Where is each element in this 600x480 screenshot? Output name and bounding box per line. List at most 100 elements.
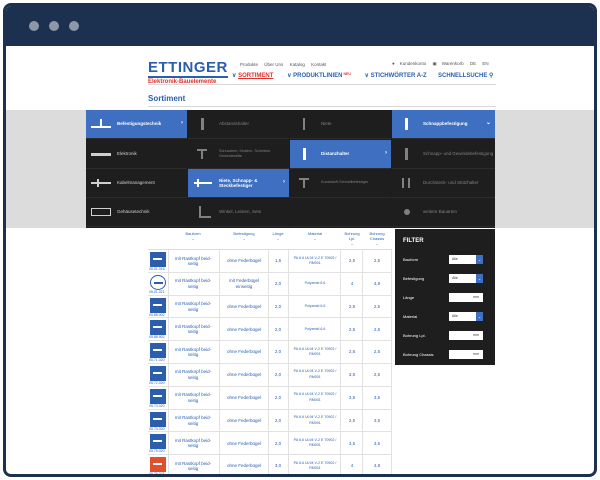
- cell-bohrung-chassis: 3,5: [373, 417, 381, 423]
- cell-bohrung-lpl: 2,5: [348, 417, 356, 423]
- column-divider: [391, 272, 392, 295]
- top-link-ueber-uns[interactable]: Über Uns: [264, 62, 283, 67]
- cell-material: PA 6.6 UL94 V-2 E 70902 / RM001: [293, 437, 337, 448]
- menu-niete[interactable]: Niete: [290, 110, 391, 139]
- cell-befestigung: ohne Federbügel: [226, 303, 262, 309]
- col-bohrung-chassis[interactable]: Bohrung Chassis ⌄: [364, 231, 390, 246]
- menu-weitere-bauarten[interactable]: weitere Bauarten: [392, 198, 495, 227]
- nav-stichwoerter[interactable]: ∨ STICHWÖRTER A-Z: [365, 73, 427, 79]
- menu-schnapp-gewinde[interactable]: Schnapp- und Gewindebefestigung: [392, 140, 495, 169]
- cell-bauform: mit Rastkopf beid-seitig: [174, 415, 212, 426]
- table-row[interactable]: 05.88.002 mit Rastkopf beid-seitig ohne Fe…: [148, 295, 392, 319]
- top-link-produkte[interactable]: Produkte: [240, 62, 258, 67]
- column-divider: [268, 341, 269, 364]
- table-row[interactable]: 05.01.016 mit Rastkopf beid-seitig ohne Fe…: [148, 250, 392, 273]
- search-icon: ⚲: [489, 73, 494, 79]
- table-row[interactable]: 05.73.020 mit Rastkopf beid-seitig ohne Fe…: [148, 386, 392, 410]
- bauform-select[interactable]: Alle ⌄: [449, 255, 483, 264]
- connector-icon: [89, 147, 113, 161]
- product-thumbnail[interactable]: [150, 274, 166, 290]
- column-divider: [268, 386, 269, 409]
- cell-bohrung-chassis: 3,5: [373, 395, 381, 401]
- menu-schnappbefestigung[interactable]: Schnappbefestigung ⌄: [392, 110, 495, 139]
- column-divider: [340, 295, 341, 318]
- col-bohrung-lpl[interactable]: Bohrung Lpl. ⌄: [342, 231, 362, 246]
- menu-gehaeusetechnik[interactable]: Gehäusetechnik: [86, 198, 187, 227]
- window-close-dot[interactable]: [29, 21, 39, 31]
- product-code: 05.74.020: [149, 426, 165, 431]
- menu-abstandshalter[interactable]: Abstandshalter: [188, 110, 289, 139]
- column-divider: [391, 386, 392, 409]
- material-select[interactable]: Alle ⌄: [449, 312, 483, 321]
- lang-en[interactable]: EN: [482, 61, 488, 66]
- nav-produktlinien-label: PRODUKTLINIEN: [293, 73, 343, 79]
- bohrung-lpl-input[interactable]: mm: [449, 331, 483, 340]
- product-code: 05.01.021: [149, 289, 165, 294]
- table-row[interactable]: 05.75.020 mit Rastkopf beid-seitig ohne Fe…: [148, 432, 392, 456]
- product-thumbnail[interactable]: [150, 343, 166, 359]
- menu-durchsteck[interactable]: Durchsteck- und Stützhalter: [392, 169, 495, 198]
- col-bauform[interactable]: Bauform ⌄: [170, 231, 216, 241]
- angle-icon: [191, 205, 215, 219]
- filter-title: FILTER: [403, 238, 424, 244]
- cell-material: PA 6.6 UL94 V-2 E 70902 / RM001: [293, 460, 337, 471]
- table-row[interactable]: 05.71.020 mit Rastkopf beid-seitig ohne Fe…: [148, 341, 392, 364]
- menu-label: Distanzhalter: [321, 151, 350, 157]
- menu-schrauben[interactable]: Schrauben, Muttern, Scheiben, Gewindesti…: [188, 140, 289, 169]
- bohrung-chassis-input[interactable]: mm: [449, 350, 483, 359]
- col-befestigung[interactable]: Befestigung ⌄: [221, 231, 267, 241]
- product-thumbnail[interactable]: [150, 434, 166, 450]
- column-divider: [288, 250, 289, 272]
- quick-search[interactable]: SCHNELLSUCHE ⚲: [438, 72, 493, 79]
- chevron-down-icon: ⌄: [485, 120, 491, 127]
- site-logo[interactable]: ETTINGER Elektronik-Bauelemente: [148, 60, 228, 87]
- cart-link[interactable]: Warenkorb: [442, 61, 464, 66]
- column-divider: [340, 341, 341, 364]
- table-row[interactable]: 05.72.020 mit Rastkopf beid-seitig ohne Fe…: [148, 363, 392, 387]
- filter-label: Länge: [403, 295, 415, 300]
- cell-befestigung: ohne Federbügel: [226, 372, 262, 378]
- account-link[interactable]: Kundenkonto: [400, 61, 427, 66]
- product-thumbnail[interactable]: [150, 297, 166, 313]
- window-maximize-dot[interactable]: [69, 21, 79, 31]
- col-material[interactable]: Material ⌄: [290, 231, 340, 241]
- cell-bohrung-lpl: 2,5: [348, 258, 356, 264]
- cell-bauform: mit Rastkopf beid-seitig: [174, 369, 212, 380]
- column-divider: [362, 295, 363, 318]
- cell-laenge: 3,0: [274, 463, 282, 469]
- menu-winkel[interactable]: Winkel, Leisten, Sets: [188, 198, 289, 227]
- threaded-snap-icon: [395, 147, 419, 161]
- product-thumbnail[interactable]: [150, 457, 166, 473]
- top-link-kontakt[interactable]: Kontakt: [311, 62, 326, 67]
- product-thumbnail[interactable]: [150, 365, 166, 381]
- menu-kabelmanagement[interactable]: Kabelmanagement: [86, 169, 187, 198]
- column-divider: [362, 341, 363, 364]
- menu-kunststoff-schnellbefestiger[interactable]: Kunststoff-Schnellbefestiger: [290, 169, 391, 198]
- menu-niete-schnapp[interactable]: Niete, Schnapp- & Steckbefestiger ›: [188, 169, 289, 198]
- menu-elektronik[interactable]: Elektronik: [86, 140, 187, 169]
- table-row[interactable]: 05.01.021 mit Rastkopf beid-seitig mit Fed…: [148, 272, 392, 296]
- product-thumbnail[interactable]: [150, 252, 166, 267]
- lang-de[interactable]: DE: [470, 61, 476, 66]
- window-minimize-dot[interactable]: [49, 21, 59, 31]
- table-row[interactable]: 05.88.902 mit Rastkopf beid-seitig ohne Fe…: [148, 318, 392, 342]
- nav-sortiment[interactable]: ∨ SORTIMENT: [232, 73, 273, 79]
- table-row[interactable]: 05.76.021 mit Rastkopf beid-seitig ohne Fe…: [148, 455, 392, 474]
- col-laenge[interactable]: Länge ⌄: [270, 231, 286, 241]
- column-divider: [391, 295, 392, 318]
- menu-distanzhalter[interactable]: Distanzhalter ›: [290, 140, 391, 169]
- table-row[interactable]: 05.74.020 mit Rastkopf beid-seitig ohne Fe…: [148, 409, 392, 433]
- menu-befestigungstechnik[interactable]: Befestigungstechnik ›: [86, 110, 187, 139]
- product-code: 05.88.002: [149, 312, 165, 317]
- new-badge: NEU: [343, 72, 351, 76]
- top-link-katalog[interactable]: Katalog: [290, 62, 305, 67]
- product-thumbnail[interactable]: [150, 411, 166, 427]
- cell-material: PA 6.6 UL94 V-2 E 70902 / RM001: [293, 255, 337, 266]
- cell-bohrung-lpl: 4: [350, 463, 354, 469]
- befestigung-select[interactable]: Alle ⌄: [449, 274, 483, 283]
- laenge-input[interactable]: mm: [449, 293, 483, 302]
- product-thumbnail[interactable]: [150, 388, 166, 404]
- product-thumbnail[interactable]: [150, 320, 166, 336]
- nav-produktlinien[interactable]: ∨ PRODUKTLINIENNEU: [287, 72, 351, 79]
- table-header: Bauform ⌄ Befestigung ⌄ Länge ⌄ Material ⌄ B…: [148, 228, 392, 250]
